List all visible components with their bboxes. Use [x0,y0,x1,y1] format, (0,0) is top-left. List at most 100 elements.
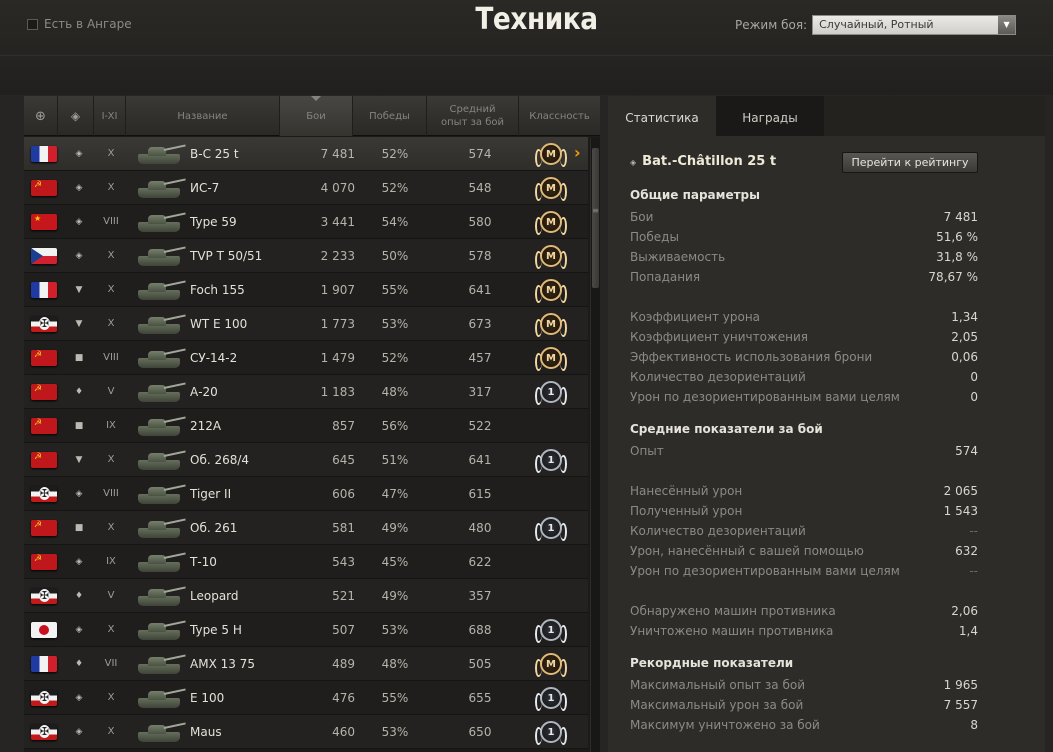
avg-exp: 457 [468,351,492,365]
avg-exp: 548 [468,181,492,195]
medium-tank-icon: ◈ [75,149,83,159]
table-row[interactable]: ▼ X Foch 155 1 907 55% 641 M [24,273,588,307]
table-row[interactable]: ■ X Об. 261 581 49% 480 1 [24,511,588,545]
mastery-badge-icon: 1 [535,449,567,473]
avg-exp: 655 [468,691,492,705]
column-avg-exp[interactable]: Средний опыт за бой [427,96,519,136]
vehicle-name: А-20 [190,385,218,399]
stat-label: Уничтожено машин противника [630,624,834,638]
stat-label: Опыт [630,444,664,458]
stat-value: 51,6 % [936,230,978,244]
heavy-tank-icon: ◈ [75,183,83,193]
table-row[interactable]: ■ IX 212А 857 56% 522 [24,409,588,443]
avg-exp: 522 [468,419,492,433]
vehicle-name: B-C 25 t [190,147,239,161]
ussr-flag-icon [31,452,57,468]
battle-mode-select[interactable]: Случайный, Ротный ▼ [812,15,1017,35]
wins: 52% [381,181,409,195]
battles: 460 [332,725,355,739]
wins: 52% [381,351,409,365]
avg-exp: 615 [468,487,492,501]
column-tier[interactable]: I-XI [94,96,126,136]
table-row[interactable]: ◈ X B-C 25 t 7 481 52% 574 M [24,137,588,171]
table-row[interactable]: ♦ V Leopard 521 49% 357 [24,579,588,613]
column-nation[interactable]: ⊕ [24,96,58,136]
tier: X [107,318,115,329]
mastery-badge-icon: M [535,347,567,371]
table-row[interactable]: ◈ X TVP T 50/51 2 233 50% 578 M [24,239,588,273]
go-to-rating-button[interactable]: Перейти к рейтингу [842,152,978,173]
wins: 49% [381,589,409,603]
tab-awards[interactable]: Награды [716,96,824,136]
table-row[interactable]: ♦ VII AMX 13 75 489 48% 505 M [24,647,588,681]
vehicle-name: AMX 13 75 [190,657,255,671]
chevron-down-icon[interactable]: ▼ [998,16,1016,34]
stat-label: Урон, нанесённый с вашей помощью [630,544,864,558]
table-row[interactable]: ◈ X E 100 476 55% 655 1 [24,681,588,715]
spg-icon: ■ [74,421,84,431]
stat-value: 1,4 [958,624,978,638]
mastery-badge-icon: M [535,245,567,269]
column-class-label: Классность [529,110,590,122]
avg-exp: 505 [468,657,492,671]
column-battles-label: Бои [306,110,326,122]
table-row[interactable]: ◈ VIII Tiger II 606 47% 615 [24,477,588,511]
tank-thumbnail [132,482,188,508]
wins: 54% [381,215,409,229]
medium-tank-icon: ◈ [630,158,637,167]
section-title: Рекордные показатели [630,656,794,670]
france-flag-icon [31,146,57,162]
column-name[interactable]: Название [126,96,280,136]
stat-row: Полученный урон 1 543 [630,504,978,524]
table-row[interactable]: ◈ IX Т-10 543 45% 622 [24,545,588,579]
table-row[interactable]: ♦ V А-20 1 183 48% 317 1 [24,375,588,409]
table-row[interactable]: ◈ VIII Type 59 3 441 54% 580 M [24,205,588,239]
stat-row: Опыт 574 [630,444,978,464]
table-row[interactable]: ▼ X WT E 100 1 773 53% 673 M [24,307,588,341]
scrollbar-thumb[interactable] [592,148,599,288]
germany-flag-icon [31,724,57,740]
wins: 53% [381,317,409,331]
avg-exp: 317 [468,385,492,399]
column-name-label: Название [177,110,228,122]
stat-row: Количество дезориентаций 0 [630,370,978,390]
table-row[interactable]: ■ VIII СУ-14-2 1 479 52% 457 M [24,341,588,375]
column-class[interactable]: Классность [519,96,600,136]
wins: 53% [381,725,409,739]
tab-statistics[interactable]: Статистика [608,96,716,136]
ussr-flag-icon [31,350,57,366]
germany-flag-icon [31,588,57,604]
vehicle-name: Type 59 [190,215,237,229]
battle-mode-value: Случайный, Ротный [819,18,934,31]
table-header: ⊕ ◈ I-XI Название Бои Победы Средний опы… [24,96,600,136]
column-wins[interactable]: Победы [353,96,427,136]
stat-value: 1,34 [951,310,978,324]
wins: 47% [381,487,409,501]
table-scrollbar[interactable] [590,138,600,752]
mastery-badge-icon: M [535,211,567,235]
vehicle-title: ◈ Bat.-Châtillon 25 t [630,154,776,169]
tank-thumbnail [132,584,188,610]
column-type[interactable]: ◈ [58,96,94,136]
stat-value: 2,06 [951,604,978,618]
stat-value: -- [969,564,978,578]
stat-value: 0 [970,370,978,384]
stat-label: Победы [630,230,679,244]
table-row[interactable]: ▼ X Об. 268/4 645 51% 641 1 [24,443,588,477]
avg-exp: 578 [468,249,492,263]
avg-exp: 673 [468,317,492,331]
hangar-checkbox[interactable] [27,18,38,30]
heavy-tank-icon: ◈ [75,625,83,635]
table-row[interactable]: ◈ X Maus 460 53% 650 1 [24,715,588,749]
battles: 606 [332,487,355,501]
tank-thumbnail [132,142,188,168]
section-title: Средние показатели за бой [630,422,823,436]
table-row[interactable]: ◈ X ИС-7 4 070 52% 548 M [24,171,588,205]
mastery-badge-icon: 1 [535,687,567,711]
battle-mode-filter: Режим боя: Случайный, Ротный ▼ [735,15,1017,35]
table-row[interactable]: ◈ X Type 5 H 507 53% 688 1 [24,613,588,647]
tier: X [107,284,115,295]
column-battles[interactable]: Бои [280,96,353,136]
wins: 55% [381,691,409,705]
vehicle-name: Tiger II [190,487,232,501]
